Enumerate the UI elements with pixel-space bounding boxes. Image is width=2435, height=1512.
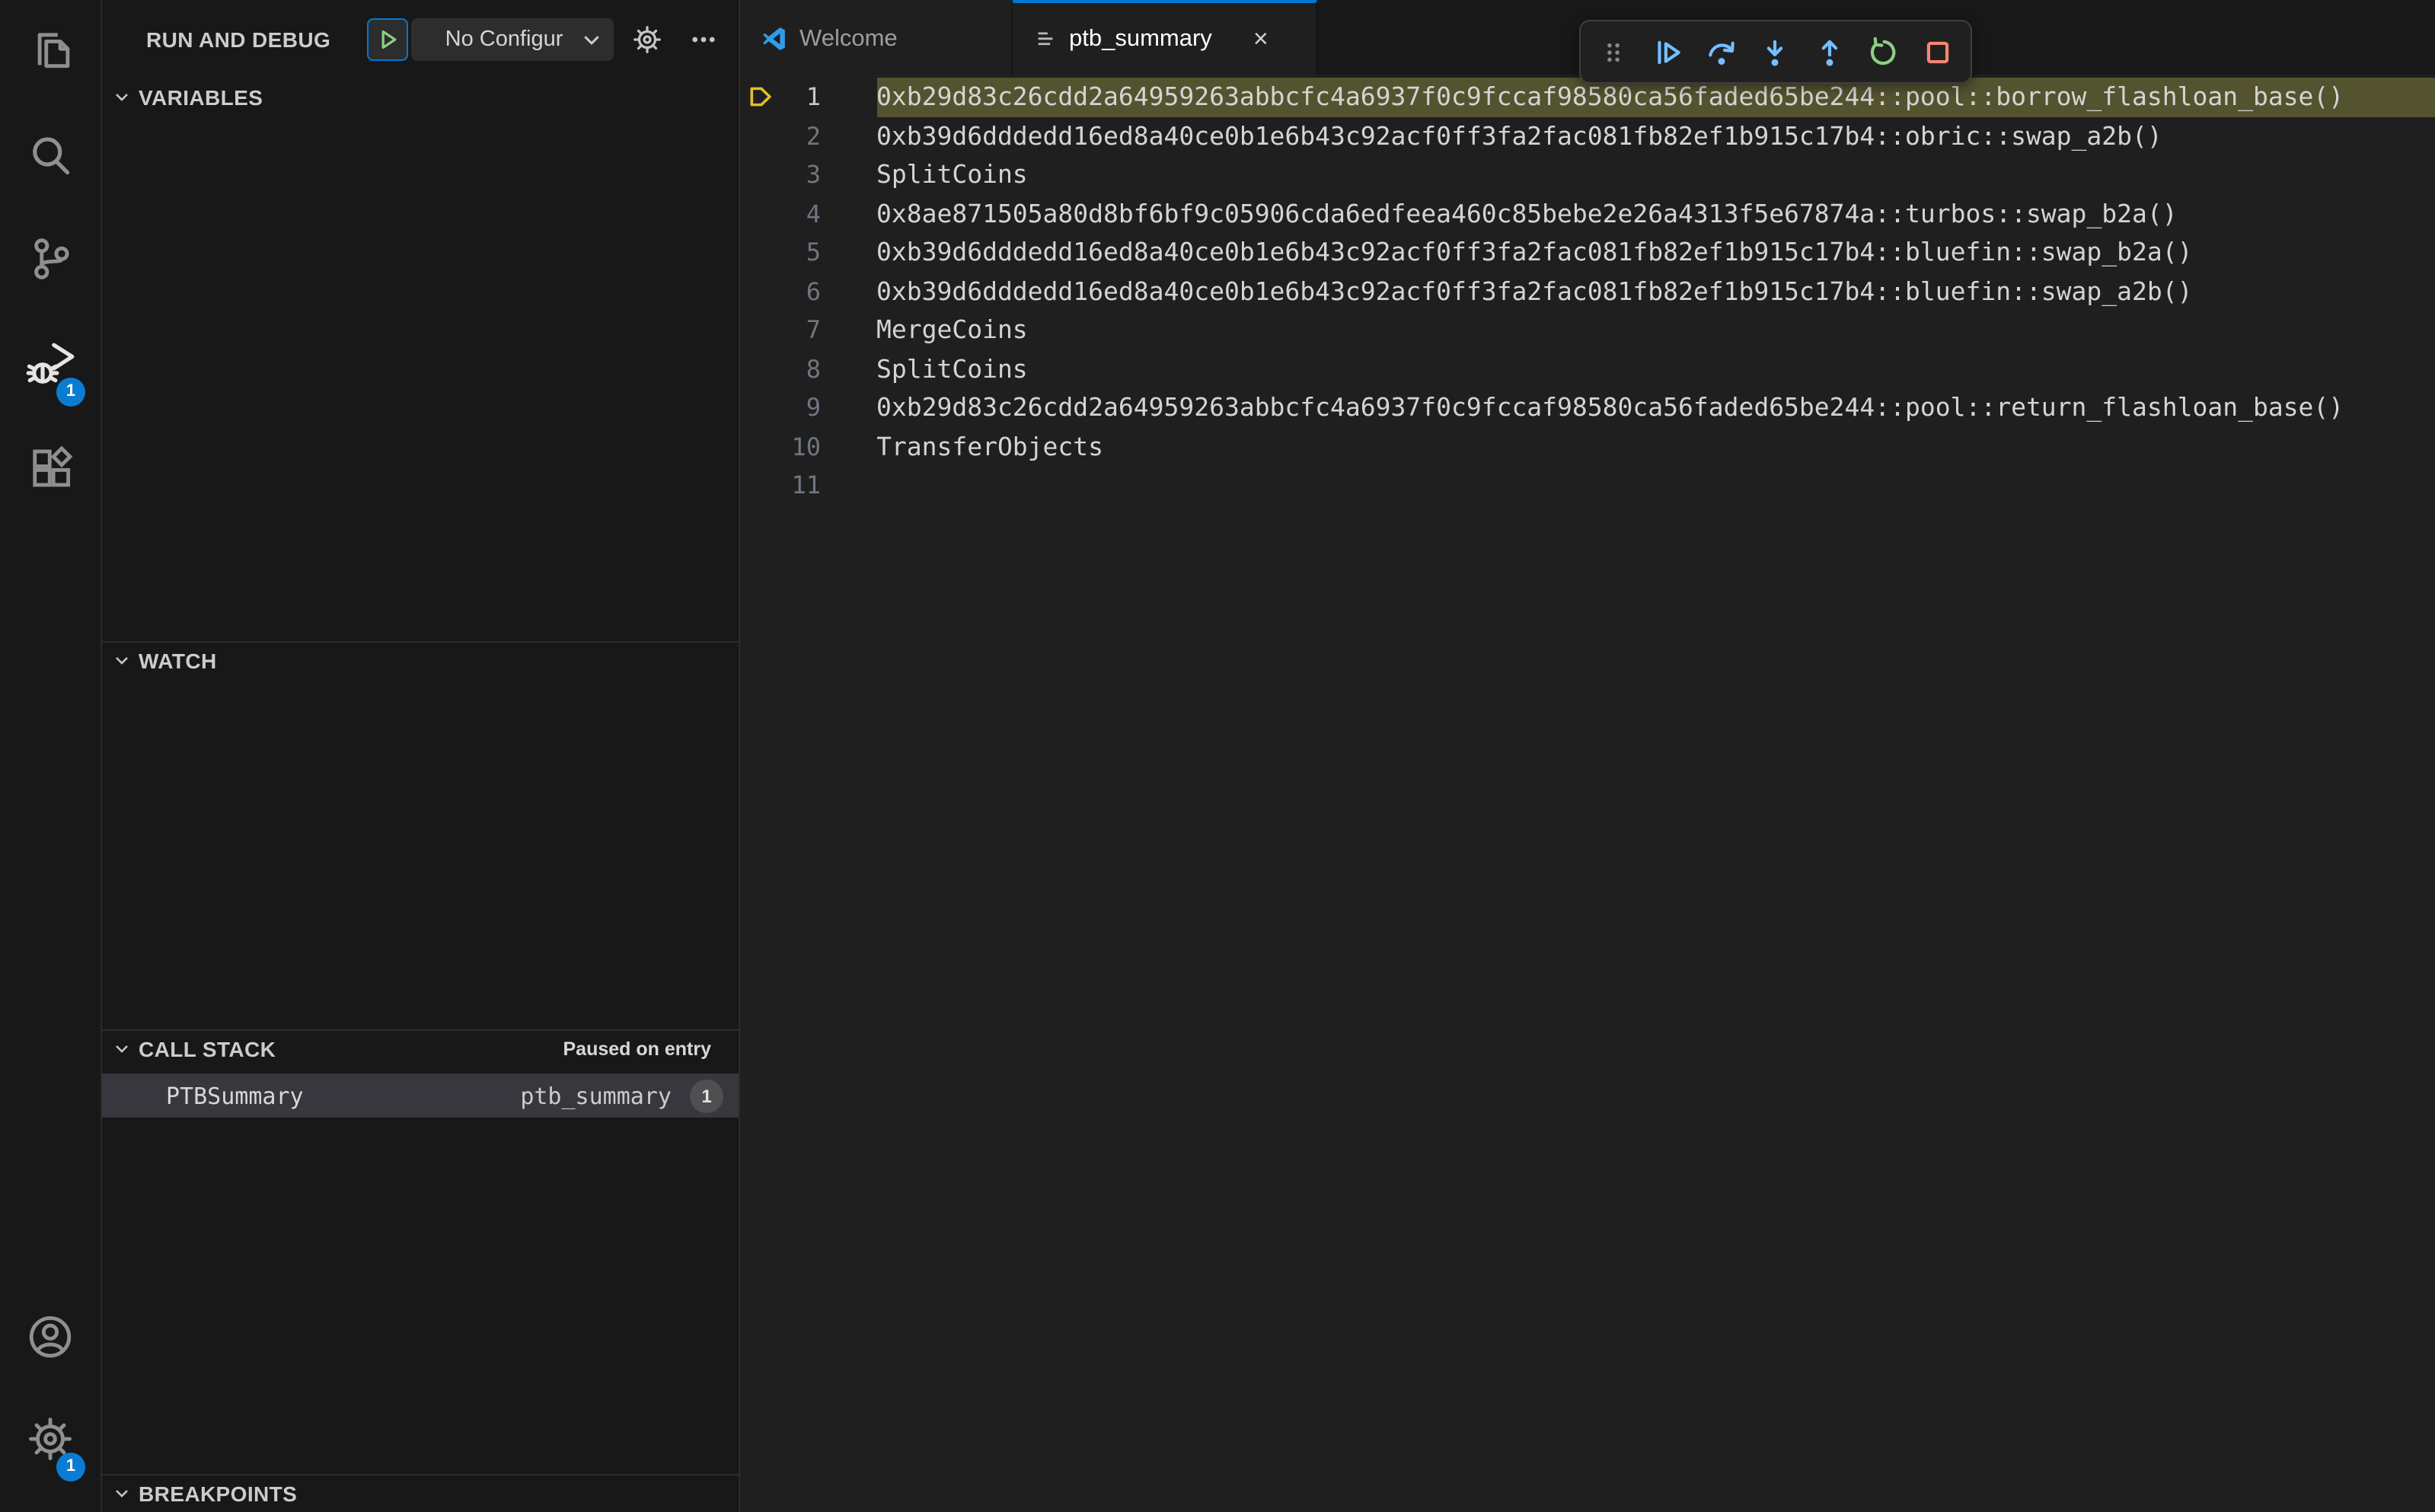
- pause-status: Paused on entry: [563, 1038, 712, 1060]
- breakpoint-gutter[interactable]: 5: [740, 233, 876, 272]
- code-area: 1 0xb29d83c26cdd2a64959263abbcfc4a6937f0…: [740, 78, 2435, 505]
- line-number: 4: [806, 199, 821, 228]
- chevron-down-icon: [113, 1040, 131, 1058]
- breakpoint-gutter[interactable]: 4: [740, 194, 876, 233]
- line-number: 3: [806, 160, 821, 190]
- line-number: 11: [791, 471, 821, 500]
- variables-section-header[interactable]: VARIABLES: [102, 79, 739, 116]
- step-over-icon[interactable]: [1698, 27, 1746, 76]
- line-text[interactable]: MergeCoins: [876, 311, 2435, 349]
- tab-label: ptb_summary: [1069, 25, 1212, 51]
- line-text[interactable]: [876, 466, 2435, 505]
- settings-count-badge: 1: [56, 1453, 85, 1482]
- activity-bar: 1 1: [0, 0, 102, 1512]
- frame-source: ptb_summary: [520, 1082, 672, 1109]
- breakpoint-gutter[interactable]: 10: [740, 427, 876, 466]
- watch-section-header[interactable]: WATCH: [102, 643, 739, 679]
- step-out-icon[interactable]: [1805, 27, 1853, 76]
- code-line: 8 SplitCoins: [740, 349, 2435, 388]
- breakpoint-gutter[interactable]: 3: [740, 155, 876, 194]
- chevron-down-icon: [113, 88, 131, 107]
- line-text[interactable]: SplitCoins: [876, 349, 2435, 388]
- source-control-icon[interactable]: [14, 222, 87, 295]
- debug-toolbar: [1579, 20, 1972, 84]
- code-line: 7 MergeCoins: [740, 311, 2435, 349]
- breakpoint-gutter[interactable]: 8: [740, 349, 876, 388]
- code-line: 5 0xb39d6dddedd16ed8a40ce0b1e6b43c92acf0…: [740, 233, 2435, 272]
- call-stack-section-header[interactable]: CALL STACK Paused on entry: [102, 1031, 739, 1067]
- stop-icon[interactable]: [1913, 27, 1961, 76]
- line-number: 7: [806, 315, 821, 345]
- continue-icon[interactable]: [1644, 27, 1692, 76]
- line-text[interactable]: 0xb39d6dddedd16ed8a40ce0b1e6b43c92acf0ff…: [876, 116, 2435, 155]
- breakpoint-gutter[interactable]: 6: [740, 272, 876, 311]
- line-text[interactable]: 0xb39d6dddedd16ed8a40ce0b1e6b43c92acf0ff…: [876, 233, 2435, 272]
- watch-section: WATCH: [102, 641, 739, 1029]
- start-debug-button[interactable]: [367, 18, 408, 61]
- editor-group: Welcome ptb_summary × 1 0xb29d83c26cdd2a…: [740, 0, 2435, 1512]
- frame-name: PTBSummary: [166, 1082, 304, 1109]
- debug-launch-bar: No Configur: [367, 18, 614, 61]
- code-line: 11: [740, 466, 2435, 505]
- debug-sidebar: RUN AND DEBUG No Configur VARIABLES WATC…: [102, 0, 740, 1512]
- tab-label: Welcome: [799, 25, 898, 51]
- tab-ptb-summary[interactable]: ptb_summary ×: [1013, 0, 1317, 75]
- code-line: 3 SplitCoins: [740, 155, 2435, 194]
- debug-count-badge: 1: [56, 378, 85, 407]
- line-text[interactable]: 0xb29d83c26cdd2a64959263abbcfc4a6937f0c9…: [876, 388, 2435, 427]
- sidebar-title: RUN AND DEBUG: [146, 27, 331, 52]
- step-into-icon[interactable]: [1752, 27, 1800, 76]
- breakpoint-gutter[interactable]: 2: [740, 116, 876, 155]
- extensions-icon[interactable]: [14, 431, 87, 504]
- line-number: 8: [806, 354, 821, 384]
- debug-settings-gear-icon[interactable]: [626, 18, 669, 61]
- more-actions-icon[interactable]: [682, 18, 725, 61]
- debug-config-dropdown[interactable]: No Configur: [411, 18, 614, 61]
- call-stack-section: CALL STACK Paused on entry PTBSummary pt…: [102, 1029, 739, 1474]
- code-line: 10 TransferObjects: [740, 427, 2435, 466]
- breakpoint-gutter[interactable]: 1: [740, 78, 876, 116]
- restart-icon[interactable]: [1859, 27, 1907, 76]
- sidebar-header: RUN AND DEBUG No Configur: [102, 0, 739, 79]
- code-line: 2 0xb39d6dddedd16ed8a40ce0b1e6b43c92acf0…: [740, 116, 2435, 155]
- line-number: 2: [806, 121, 821, 151]
- line-text[interactable]: TransferObjects: [876, 427, 2435, 466]
- breakpoints-section: BREAKPOINTS: [102, 1474, 739, 1512]
- line-number: 10: [791, 432, 821, 461]
- search-icon[interactable]: [14, 119, 87, 192]
- chevron-down-icon: [582, 30, 602, 49]
- toolbar-drag-handle[interactable]: [1590, 27, 1638, 76]
- explorer-icon[interactable]: [14, 14, 87, 87]
- chevron-down-icon: [113, 652, 131, 670]
- code-line: 6 0xb39d6dddedd16ed8a40ce0b1e6b43c92acf0…: [740, 272, 2435, 311]
- breakpoint-gutter[interactable]: 7: [740, 311, 876, 349]
- line-number: 9: [806, 393, 821, 423]
- accounts-icon[interactable]: [14, 1300, 87, 1373]
- line-text[interactable]: SplitCoins: [876, 155, 2435, 194]
- tab-welcome[interactable]: Welcome: [740, 0, 1013, 75]
- line-number: 5: [806, 238, 821, 267]
- line-number: 6: [806, 276, 821, 306]
- code-line: 9 0xb29d83c26cdd2a64959263abbcfc4a6937f0…: [740, 388, 2435, 427]
- line-number: 1: [806, 82, 821, 112]
- close-icon[interactable]: ×: [1246, 24, 1276, 54]
- call-stack-frame-row[interactable]: PTBSummary ptb_summary 1: [102, 1073, 739, 1118]
- breakpoint-gutter[interactable]: 9: [740, 388, 876, 427]
- variables-section: VARIABLES: [102, 79, 739, 641]
- list-file-icon: [1034, 27, 1057, 50]
- settings-gear-icon[interactable]: 1: [14, 1402, 87, 1482]
- vscode-logo-icon: [761, 26, 787, 52]
- line-text[interactable]: 0x8ae871505a80d8bf6bf9c05906cda6edfeea46…: [876, 194, 2435, 233]
- breakpoint-gutter[interactable]: 11: [740, 466, 876, 505]
- line-text[interactable]: 0xb39d6dddedd16ed8a40ce0b1e6b43c92acf0ff…: [876, 272, 2435, 311]
- vscode-window: 1 1 RUN AND DEBUG No Configur VARIABLES …: [0, 0, 2435, 1512]
- run-and-debug-icon[interactable]: 1: [14, 327, 87, 407]
- chevron-down-icon: [113, 1485, 131, 1503]
- frame-line-badge: 1: [690, 1079, 723, 1112]
- debug-config-label: No Configur: [445, 27, 563, 52]
- breakpoints-section-header[interactable]: BREAKPOINTS: [102, 1475, 739, 1512]
- code-line: 4 0x8ae871505a80d8bf6bf9c05906cda6edfeea…: [740, 194, 2435, 233]
